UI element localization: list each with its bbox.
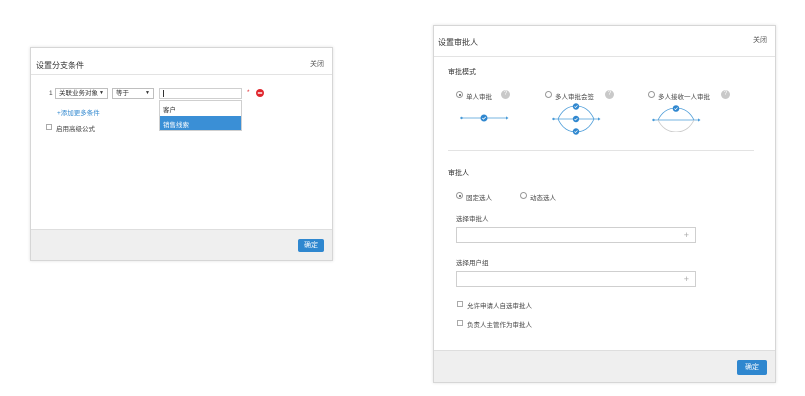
chevron-down-icon: ▼ (145, 90, 150, 96)
dropdown-option[interactable]: 客户 (163, 104, 176, 114)
help-icon[interactable]: ? (721, 90, 730, 99)
countersign-diagram-icon (552, 103, 601, 135)
approver-dialog: 设置审批人 关闭 审批模式 单人审批 ? 多人审批会签 ? 多人接收一人审批 ? (433, 25, 776, 383)
mode-any-one-radio[interactable] (648, 91, 655, 98)
single-approval-diagram-icon (460, 114, 509, 122)
dynamic-approver-radio[interactable] (520, 192, 527, 199)
section-divider (448, 150, 754, 151)
object-select-value: 关联业务对象 (59, 90, 98, 97)
fixed-approver-label: 固定选人 (466, 195, 492, 202)
close-button[interactable]: 关闭 (753, 35, 767, 45)
dynamic-approver-label: 动态选人 (530, 195, 556, 202)
fixed-approver-radio[interactable] (456, 192, 463, 199)
advanced-formula-checkbox[interactable] (46, 124, 52, 130)
advanced-formula-label: 启用高级公式 (56, 126, 95, 133)
mode-single-radio[interactable] (456, 91, 463, 98)
any-one-approval-diagram-icon (652, 105, 701, 132)
mode-countersign-label: 多人审批会签 (555, 94, 594, 101)
approver-section-title: 审批人 (448, 170, 469, 177)
dialog-title: 设置分支条件 (36, 61, 84, 70)
operator-select[interactable]: 等于 ▼ (112, 88, 154, 99)
add-icon[interactable]: + (684, 274, 689, 284)
confirm-button[interactable]: 确定 (737, 360, 767, 375)
dialog-footer: 确定 (434, 350, 775, 382)
remove-condition-icon[interactable] (256, 89, 264, 97)
close-button[interactable]: 关闭 (310, 59, 324, 69)
select-group-label: 选择用户组 (456, 260, 489, 267)
mode-section-title: 审批模式 (448, 69, 476, 76)
required-mark: * (247, 89, 250, 96)
leader-approver-label: 负责人主管作为审批人 (467, 322, 532, 329)
title-divider (434, 56, 775, 57)
chevron-down-icon: ▼ (99, 90, 104, 96)
value-input[interactable] (159, 88, 242, 99)
allow-self-select-checkbox[interactable] (457, 301, 463, 307)
dialog-title: 设置审批人 (438, 38, 478, 47)
mode-any-one-label: 多人接收一人审批 (658, 94, 710, 101)
dropdown-option-selected[interactable]: 销售线索 (160, 116, 241, 130)
dialog-footer: 确定 (31, 229, 332, 260)
help-icon[interactable]: ? (501, 90, 510, 99)
dropdown-option-label: 销售线索 (163, 122, 189, 129)
title-divider (31, 74, 332, 75)
mode-countersign-radio[interactable] (545, 91, 552, 98)
mode-single-label: 单人审批 (466, 94, 492, 101)
select-approver-label: 选择审批人 (456, 216, 489, 223)
row-index: 1 (49, 90, 53, 97)
text-cursor (163, 90, 164, 97)
operator-select-value: 等于 (116, 90, 129, 97)
select-group-field[interactable]: + (456, 271, 696, 287)
leader-approver-checkbox[interactable] (457, 320, 463, 326)
add-icon[interactable]: + (684, 230, 689, 240)
help-icon[interactable]: ? (605, 90, 614, 99)
add-condition-link[interactable]: +添加更多条件 (57, 107, 100, 117)
confirm-button[interactable]: 确定 (298, 239, 324, 252)
value-dropdown: 客户 销售线索 (159, 100, 242, 131)
branch-condition-dialog: 设置分支条件 关闭 1 关联业务对象 ▼ 等于 ▼ * +添加更多条件 启用高级… (30, 47, 333, 261)
allow-self-select-label: 允许申请人自选审批人 (467, 303, 532, 310)
select-approver-field[interactable]: + (456, 227, 696, 243)
object-select[interactable]: 关联业务对象 ▼ (55, 88, 108, 99)
